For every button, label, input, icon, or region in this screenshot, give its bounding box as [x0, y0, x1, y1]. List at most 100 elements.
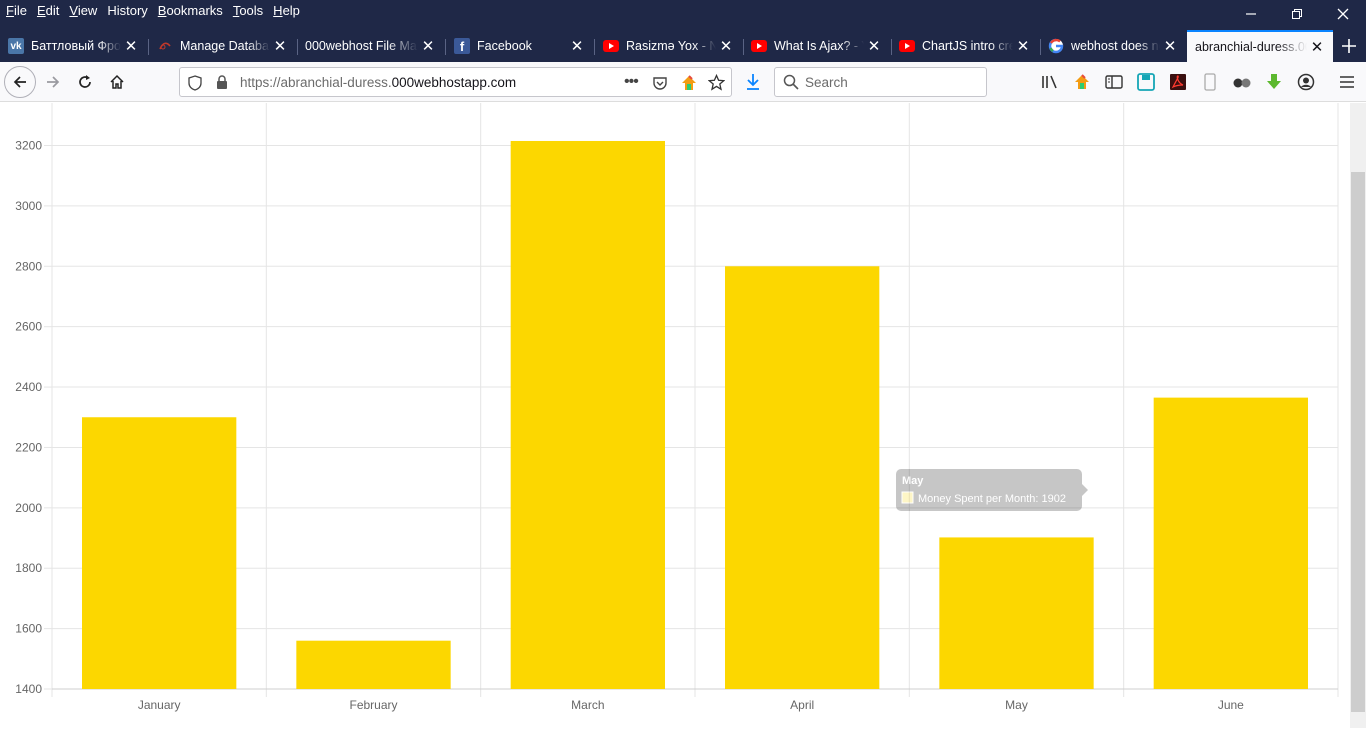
url-bar[interactable]: https://abranchial-duress.000webhostapp.…	[179, 67, 732, 97]
bar-june[interactable]	[1153, 397, 1308, 689]
tab-close-icon[interactable]: ✕	[270, 37, 290, 55]
shield-icon[interactable]	[188, 75, 202, 94]
tab-close-icon[interactable]: ✕	[716, 37, 736, 55]
minimize-icon	[1246, 13, 1256, 15]
bar-january[interactable]	[82, 417, 237, 689]
menu-view[interactable]: View	[65, 1, 103, 21]
facebook-icon: f	[454, 38, 470, 54]
phone-icon	[1204, 73, 1216, 91]
tab-webhost-google[interactable]: webhost does not ✕	[1040, 30, 1186, 62]
youtube-icon	[899, 38, 915, 54]
close-window-button[interactable]	[1320, 0, 1366, 28]
google-icon	[1048, 38, 1064, 54]
app-menu-button[interactable]	[1337, 72, 1357, 92]
colorful-home-icon	[1075, 74, 1089, 89]
menu-bookmarks[interactable]: Bookmarks	[154, 1, 229, 21]
menu-history[interactable]: History	[103, 1, 153, 21]
x-tick-label: April	[790, 698, 814, 712]
tooltip-caret	[1082, 484, 1088, 496]
y-tick-label: 2800	[15, 259, 42, 273]
colorful-home-icon[interactable]	[680, 74, 698, 95]
vk-icon: vk	[8, 38, 24, 54]
y-tick-label: 2200	[15, 440, 42, 454]
tab-title: abranchial-duress.000	[1195, 40, 1307, 54]
mobile-extension-button[interactable]	[1200, 72, 1220, 92]
downloads-button[interactable]	[743, 72, 763, 92]
pdf-extension-button[interactable]	[1168, 72, 1188, 92]
close-icon	[1337, 8, 1349, 20]
tab-title: ChartJS intro create	[922, 39, 1013, 53]
home-button[interactable]	[101, 66, 133, 98]
search-icon	[783, 74, 799, 93]
new-tab-button[interactable]	[1336, 30, 1362, 62]
pocket-icon[interactable]	[652, 75, 668, 94]
tab-title: Manage Database	[180, 39, 270, 53]
restore-icon	[1292, 9, 1302, 19]
y-tick-label: 2600	[15, 320, 42, 334]
menu-edit[interactable]: Edit	[33, 1, 65, 21]
reload-button[interactable]	[69, 66, 101, 98]
library-icon	[1042, 75, 1057, 89]
tab-chartjs-intro[interactable]: ChartJS intro create ✕	[891, 30, 1039, 62]
x-tick-label: March	[571, 698, 604, 712]
tab-close-icon[interactable]: ✕	[1307, 38, 1327, 56]
home-extension-button[interactable]	[1072, 72, 1092, 92]
restore-button[interactable]	[1274, 0, 1320, 28]
bar-february[interactable]	[296, 640, 451, 689]
url-text[interactable]: https://abranchial-duress.000webhostapp.…	[240, 75, 516, 90]
tab-close-icon[interactable]: ✕	[1160, 37, 1180, 55]
scrollbar-thumb[interactable]	[1351, 172, 1365, 712]
hamburger-icon	[1340, 76, 1354, 88]
menu-tools[interactable]: Tools	[229, 1, 269, 21]
search-bar[interactable]: Search	[774, 67, 987, 97]
tab-close-icon[interactable]: ✕	[567, 37, 587, 55]
tab-manage-database[interactable]: Manage Database ✕	[149, 30, 296, 62]
youtube-icon	[603, 38, 619, 54]
tab-close-icon[interactable]: ✕	[1013, 37, 1033, 55]
tab-close-icon[interactable]: ✕	[864, 37, 884, 55]
y-tick-label: 3200	[15, 139, 42, 153]
bookmark-star-icon[interactable]	[707, 73, 726, 94]
tooltip-title: May	[902, 475, 924, 487]
extension-button[interactable]	[1232, 72, 1252, 92]
menu-help[interactable]: Help	[269, 1, 306, 21]
sidebar-icon	[1105, 75, 1123, 89]
download-helper-button[interactable]	[1264, 72, 1284, 92]
tab-rasizme-yox[interactable]: Rasizmə Yox - No ✕	[595, 30, 742, 62]
forward-button[interactable]	[37, 66, 69, 98]
tab-facebook[interactable]: f Facebook ✕	[446, 30, 593, 62]
save-extension-button[interactable]	[1136, 72, 1156, 92]
tab-strip: vk Баттловый Фронт ✕ Manage Database ✕ 0…	[0, 30, 1366, 62]
plus-icon	[1342, 39, 1356, 53]
tab-what-is-ajax[interactable]: What Is Ajax? - YouTube ✕	[743, 30, 890, 62]
lock-icon[interactable]	[216, 75, 228, 93]
menu-file[interactable]: File	[2, 1, 33, 21]
x-tick-label: May	[1005, 698, 1028, 712]
arrow-left-icon	[13, 76, 26, 88]
sidebar-button[interactable]	[1104, 72, 1124, 92]
tab-close-icon[interactable]: ✕	[418, 37, 438, 55]
library-button[interactable]	[1040, 72, 1060, 92]
minimize-button[interactable]	[1228, 0, 1274, 28]
arrow-right-icon	[47, 76, 60, 88]
back-button[interactable]	[4, 66, 36, 98]
tab-file-manager[interactable]: 000webhost File Manager ✕	[297, 30, 444, 62]
bar-may[interactable]	[939, 537, 1094, 689]
bar-march[interactable]	[510, 140, 665, 689]
y-tick-label: 2000	[15, 501, 42, 515]
tab-active-abranchial-duress[interactable]: abranchial-duress.000 ✕	[1187, 30, 1333, 62]
account-button[interactable]	[1296, 72, 1316, 92]
tab-close-icon[interactable]: ✕	[121, 37, 141, 55]
page-content: 1400 1600 1800 2000 2200 2400 2600 2800 3000 3200…	[0, 103, 1350, 728]
tab-title: Facebook	[477, 39, 532, 53]
download-arrow-icon	[747, 74, 759, 90]
bar-april[interactable]	[725, 266, 880, 689]
tooltip-text: Money Spent per Month: 1902	[918, 493, 1066, 505]
database-icon	[157, 38, 173, 54]
window-titlebar: File Edit View History Bookmarks Tools H…	[0, 0, 1366, 30]
account-icon	[1297, 73, 1315, 91]
page-actions-icon[interactable]: •••	[624, 73, 639, 91]
pdf-icon	[1170, 74, 1186, 90]
tab-vk[interactable]: vk Баттловый Фронт ✕	[0, 30, 147, 62]
glasses-icon	[1233, 78, 1251, 88]
